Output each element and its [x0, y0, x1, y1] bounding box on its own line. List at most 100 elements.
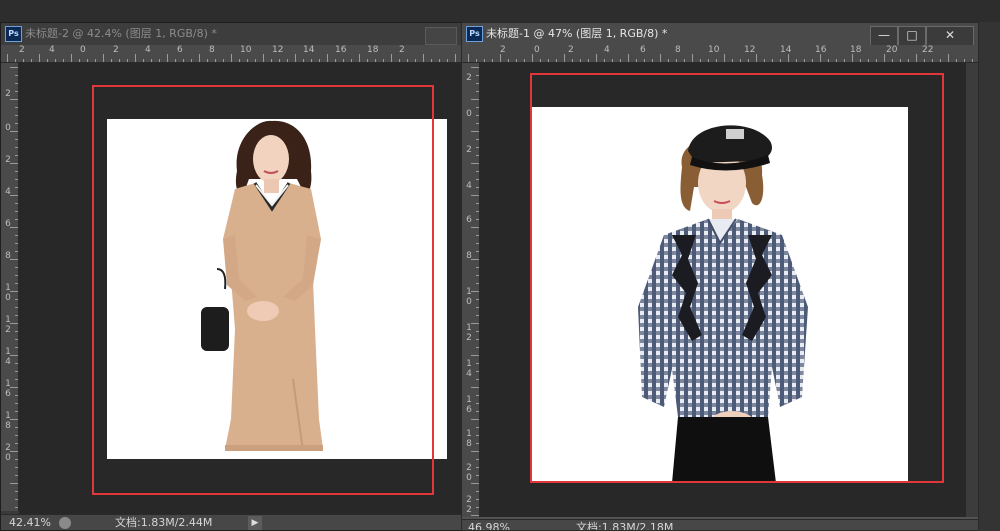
title-bar-left[interactable]: Ps 未标题-2 @ 42.4% (图层 1, RGB/8) *	[1, 23, 461, 45]
ruler-tick	[628, 54, 629, 62]
restore-button[interactable]: □	[898, 26, 926, 46]
ruler-tick	[7, 54, 8, 62]
ruler-tick	[471, 99, 479, 100]
ruler-tick	[588, 59, 589, 62]
close-button[interactable]: ✕	[926, 26, 974, 46]
ruler-tick	[860, 59, 861, 62]
ruler-tick	[119, 59, 120, 62]
ruler-tick	[772, 59, 773, 62]
ruler-tick	[10, 227, 18, 228]
ruler-tick	[476, 283, 479, 284]
title-bar-right[interactable]: Ps 未标题-1 @ 47% (图层 1, RGB/8) * — □ ✕	[462, 23, 978, 46]
ruler-tick	[476, 235, 479, 236]
ruler-tick	[303, 59, 304, 62]
zoom-level-right[interactable]: 46.98%	[468, 520, 510, 530]
ruler-tick	[476, 171, 479, 172]
ruler-tick	[10, 387, 18, 388]
status-icon-left[interactable]	[59, 517, 71, 529]
ruler-tick	[740, 59, 741, 62]
ruler-label: 0	[80, 45, 86, 55]
ruler-tick	[476, 219, 479, 220]
ruler-tick	[15, 331, 18, 332]
ruler-tick	[15, 339, 18, 340]
ruler-tick	[183, 59, 184, 62]
ruler-label: 18	[367, 45, 379, 55]
ruler-tick	[471, 227, 479, 228]
ruler-tick	[367, 59, 368, 62]
ruler-tick	[15, 395, 18, 396]
ruler-tick	[580, 59, 581, 62]
ruler-tick	[932, 59, 933, 62]
ruler-tick	[476, 499, 479, 500]
canvas-area-right[interactable]	[480, 63, 966, 517]
minimize-button[interactable]: —	[870, 26, 898, 46]
ruler-tick	[111, 59, 112, 62]
ruler-tick	[556, 59, 557, 62]
ruler-tick	[476, 435, 479, 436]
ruler-label: 2	[399, 45, 405, 55]
status-menu-arrow-icon[interactable]: ▶	[248, 516, 262, 530]
ruler-tick	[564, 54, 565, 62]
ruler-tick	[71, 54, 72, 62]
ruler-tick	[476, 299, 479, 300]
ruler-tick	[660, 54, 661, 62]
ruler-tick	[103, 54, 104, 62]
ruler-tick	[87, 59, 88, 62]
ruler-tick	[15, 363, 18, 364]
ruler-tick	[10, 163, 18, 164]
ruler-tick	[620, 59, 621, 62]
ruler-tick	[15, 475, 18, 476]
ruler-tick	[476, 459, 479, 460]
ruler-tick	[900, 59, 901, 62]
ruler-tick	[10, 323, 18, 324]
document-window-left[interactable]: Ps 未标题-2 @ 42.4% (图层 1, RGB/8) * 2 4 0 2…	[0, 22, 462, 531]
ruler-tick	[199, 54, 200, 62]
ruler-tick	[399, 59, 400, 62]
ruler-tick	[692, 54, 693, 62]
ruler-label: 1 6	[5, 379, 11, 399]
ruler-tick	[15, 203, 18, 204]
ruler-label: 8	[209, 45, 215, 55]
ruler-tick	[127, 59, 128, 62]
ruler-tick	[15, 275, 18, 276]
ruler-tick	[167, 54, 168, 62]
ruler-tick	[15, 435, 18, 436]
document-window-right[interactable]: Ps 未标题-1 @ 47% (图层 1, RGB/8) * — □ ✕ 2 0…	[461, 22, 979, 531]
ruler-tick	[351, 59, 352, 62]
canvas-area-left[interactable]	[19, 63, 461, 514]
ruler-tick	[439, 59, 440, 62]
ruler-label: 6	[177, 45, 183, 55]
ruler-tick	[476, 123, 479, 124]
ruler-tick	[604, 59, 605, 62]
status-bar-right: 46.98% 文档:1.83M/2.18M	[462, 519, 978, 531]
ruler-tick	[476, 203, 479, 204]
ruler-tick	[476, 75, 479, 76]
ruler-tick	[476, 139, 479, 140]
ruler-tick	[423, 54, 424, 62]
ruler-tick	[676, 59, 677, 62]
ruler-tick	[15, 59, 16, 62]
ruler-tick	[476, 267, 479, 268]
ruler-tick	[15, 155, 18, 156]
ruler-label: 0	[466, 109, 472, 119]
ruler-tick	[295, 54, 296, 62]
ruler-tick	[55, 59, 56, 62]
status-bar-left: 42.41% 文档:1.83M/2.44M ▶	[1, 514, 461, 530]
selection-highlight-left	[92, 85, 434, 495]
ruler-tick	[532, 54, 533, 62]
document-size-right: 文档:1.83M/2.18M	[576, 521, 674, 531]
ruler-tick	[151, 59, 152, 62]
ruler-tick	[716, 59, 717, 62]
ruler-tick	[476, 243, 479, 244]
ruler-tick	[23, 59, 24, 62]
ruler-tick	[359, 54, 360, 62]
ruler-tick	[508, 59, 509, 62]
ruler-tick	[10, 195, 18, 196]
ruler-tick	[476, 59, 477, 62]
ruler-tick	[10, 291, 18, 292]
vertical-scrollbar-right[interactable]	[966, 63, 978, 517]
ruler-tick	[415, 59, 416, 62]
minimize-button-left[interactable]	[425, 27, 457, 45]
ruler-tick	[231, 54, 232, 62]
ruler-tick	[476, 339, 479, 340]
